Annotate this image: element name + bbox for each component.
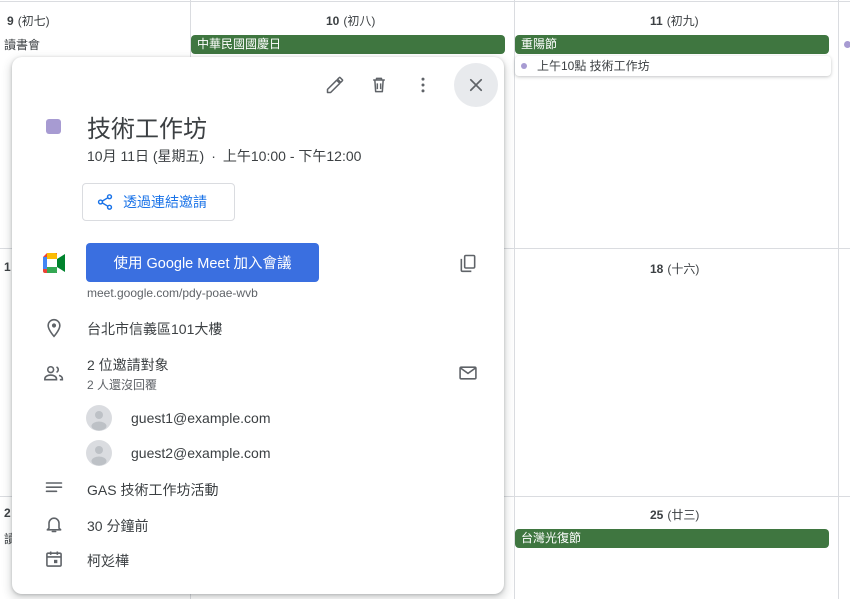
invite-via-link-label: 透過連結邀請 — [123, 194, 207, 210]
guest-avatar — [86, 440, 112, 466]
event-color-swatch — [46, 119, 61, 134]
event-time: 上午10:00 - 下午12:00 — [222, 148, 362, 164]
pencil-icon — [326, 76, 344, 94]
grid-column-divider — [514, 0, 515, 599]
day-cell-header[interactable]: 18 (十六) — [650, 260, 699, 277]
email-guests-button[interactable] — [456, 361, 480, 385]
event-location[interactable]: 台北市信義區101大樓 — [87, 319, 222, 339]
delete-event-button[interactable] — [359, 65, 399, 105]
lunar-date: (十六) — [667, 262, 700, 276]
mail-icon — [459, 366, 477, 380]
grid-column-divider — [838, 0, 839, 599]
event-color-dot[interactable] — [844, 41, 850, 48]
grid-row-divider — [0, 1, 850, 2]
event-workshop-label: 上午10點 技術工作坊 — [537, 59, 650, 73]
event-reminder: 30 分鐘前 — [87, 518, 149, 534]
event-reading-club[interactable]: 讀書會 — [4, 36, 40, 53]
more-options-button[interactable] — [403, 65, 443, 105]
day-number: 1 — [4, 260, 11, 274]
guest-email[interactable]: guest1@example.com — [131, 410, 271, 426]
guest-email[interactable]: guest2@example.com — [131, 445, 271, 461]
lunar-date: (初七) — [17, 14, 50, 28]
guest-avatar — [86, 405, 112, 431]
event-double-ninth[interactable]: 重陽節 — [515, 35, 829, 54]
event-workshop[interactable]: 上午10點 技術工作坊 — [515, 56, 831, 76]
event-color-dot — [521, 63, 527, 69]
more-vert-icon — [421, 77, 425, 93]
event-datetime: 10月 11日 (星期五) · 上午10:00 - 下午12:00 — [87, 146, 361, 166]
day-cell-header[interactable]: 11 (初九) — [650, 12, 699, 29]
event-organizer: 柯彣樺 — [87, 553, 129, 569]
location-pin-icon — [42, 316, 66, 340]
datetime-separator: · — [211, 148, 216, 164]
bell-icon — [42, 512, 66, 536]
edit-event-button[interactable] — [315, 65, 355, 105]
trash-icon — [373, 77, 385, 93]
description-icon — [42, 476, 66, 500]
day-cell-header[interactable]: 2 — [4, 506, 11, 520]
person-icon — [91, 446, 107, 466]
day-number: 10 — [326, 14, 340, 28]
day-cell-header[interactable]: 10 (初八) — [326, 12, 375, 29]
copy-icon — [460, 254, 476, 273]
day-number: 18 — [650, 262, 664, 276]
event-description: GAS 技術工作坊活動 — [87, 482, 219, 498]
lunar-date: (初九) — [666, 14, 699, 28]
copy-meet-link-button[interactable] — [456, 251, 480, 275]
join-google-meet-button[interactable]: 使用 Google Meet 加入會議 — [86, 243, 319, 282]
day-cell-header[interactable]: 9 (初七) — [7, 12, 50, 29]
day-cell-header[interactable]: 25 (廿三) — [650, 506, 699, 523]
google-meet-logo-icon — [42, 251, 66, 275]
close-popup-button[interactable] — [454, 63, 498, 107]
invite-via-link-button[interactable]: 透過連結邀請 — [82, 183, 235, 221]
share-icon — [97, 194, 113, 210]
guests-count: 2 位邀請對象 — [87, 357, 169, 373]
event-date: 10月 11日 (星期五) — [87, 148, 205, 164]
day-number: 9 — [7, 14, 14, 28]
day-number: 11 — [650, 14, 663, 28]
meet-link-url[interactable]: meet.google.com/pdy-poae-wvb — [87, 286, 258, 300]
day-cell-header[interactable]: 1 — [4, 260, 11, 274]
lunar-date: (廿三) — [667, 508, 700, 522]
calendar-icon — [42, 547, 66, 571]
guests-response-status: 2 人還沒回覆 — [87, 378, 158, 392]
event-retrocession-day[interactable]: 台灣光復節 — [515, 529, 829, 548]
day-number: 2 — [4, 506, 11, 520]
people-icon — [42, 361, 66, 385]
person-icon — [91, 411, 107, 431]
close-icon — [469, 78, 483, 92]
day-number: 25 — [650, 508, 664, 522]
lunar-date: (初八) — [343, 14, 376, 28]
event-details-popup: 技術工作坊 10月 11日 (星期五) · 上午10:00 - 下午12:00 透過… — [12, 57, 504, 594]
event-national-day[interactable]: 中華民國國慶日 — [191, 35, 505, 54]
event-title: 技術工作坊 — [87, 116, 207, 143]
